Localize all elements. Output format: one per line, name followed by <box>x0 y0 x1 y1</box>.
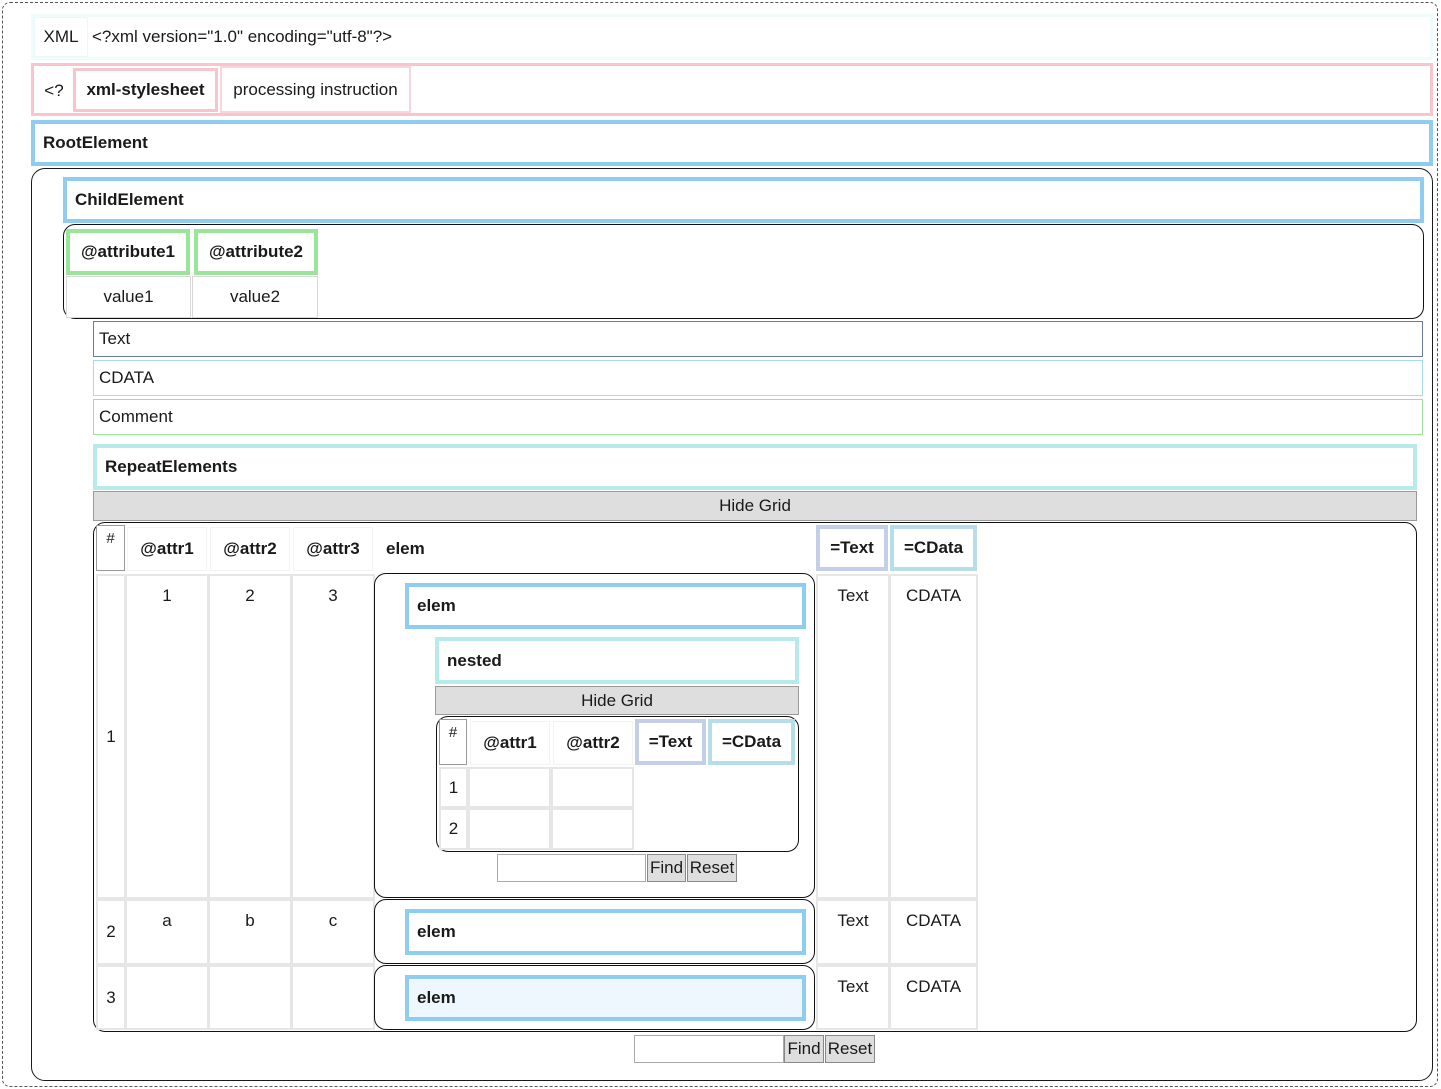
reset-button[interactable]: Reset <box>825 1035 875 1063</box>
nested-header[interactable]: nested <box>435 637 799 684</box>
text-node[interactable]: Text <box>93 321 1423 357</box>
attribute-header[interactable]: @attribute2 <box>194 229 318 275</box>
nested-row-number[interactable]: 2 <box>439 808 468 850</box>
elem-header[interactable]: elem <box>405 583 806 629</box>
column-header-attr1[interactable]: @attr1 <box>127 527 207 571</box>
nested-grid-cell[interactable] <box>551 808 634 850</box>
attribute-value[interactable]: value2 <box>192 276 318 318</box>
column-header-attr2[interactable]: @attr2 <box>210 527 290 571</box>
column-header-elem[interactable]: elem <box>376 527 436 571</box>
attribute-value[interactable]: value1 <box>66 276 191 318</box>
row-number[interactable]: 3 <box>96 965 126 1030</box>
grid-cell[interactable] <box>291 965 375 1030</box>
root-element-header[interactable]: RootElement <box>31 120 1433 166</box>
elem-header[interactable]: elem <box>405 909 806 955</box>
cdata-node[interactable]: CDATA <box>93 360 1423 396</box>
grid-cell[interactable] <box>125 965 209 1030</box>
grid-cell[interactable]: c <box>291 899 375 965</box>
elem-header-selected[interactable]: elem <box>405 975 806 1021</box>
grid-row-number-header[interactable]: # <box>96 525 125 571</box>
nested-row-number[interactable]: 1 <box>439 767 468 808</box>
child-element-header[interactable]: ChildElement <box>63 177 1424 223</box>
nested-reset-button[interactable]: Reset <box>687 854 737 882</box>
grid-cell[interactable]: 2 <box>208 574 292 899</box>
column-header-cdata[interactable]: =CData <box>890 525 977 571</box>
pi-name[interactable]: xml-stylesheet <box>73 68 218 112</box>
grid-cell-text[interactable]: Text <box>816 965 890 1030</box>
grid-cell-cdata[interactable]: CDATA <box>889 574 978 899</box>
hide-grid-button[interactable]: Hide Grid <box>93 491 1417 521</box>
nested-find-button[interactable]: Find <box>647 854 686 882</box>
nested-column-header-text[interactable]: =Text <box>635 719 706 765</box>
nested-grid-cell[interactable] <box>468 808 551 850</box>
pi-description[interactable]: processing instruction <box>220 66 411 113</box>
grid-cell-text[interactable]: Text <box>816 574 890 899</box>
xml-declaration-tag: XML <box>34 17 88 57</box>
column-header-text[interactable]: =Text <box>816 525 888 571</box>
nested-row-number-header[interactable]: # <box>439 719 467 765</box>
grid-cell[interactable]: a <box>125 899 209 965</box>
grid-cell-cdata[interactable]: CDATA <box>889 899 978 965</box>
find-button[interactable]: Find <box>784 1035 824 1063</box>
column-header-attr3[interactable]: @attr3 <box>293 527 373 571</box>
repeat-elements-header[interactable]: RepeatElements <box>93 444 1417 490</box>
grid-cell[interactable]: 1 <box>125 574 209 899</box>
nested-grid-cell[interactable] <box>468 767 551 808</box>
grid-cell[interactable] <box>208 965 292 1030</box>
row-number[interactable]: 2 <box>96 899 126 965</box>
pi-open-marker: <? <box>44 80 64 100</box>
attribute-header[interactable]: @attribute1 <box>66 229 190 275</box>
nested-column-header-cdata[interactable]: =CData <box>708 719 795 765</box>
comment-node[interactable]: Comment <box>93 399 1423 435</box>
nested-column-header-attr2[interactable]: @attr2 <box>553 721 633 765</box>
grid-cell[interactable]: b <box>208 899 292 965</box>
find-input[interactable] <box>634 1035 784 1063</box>
grid-cell-cdata[interactable]: CDATA <box>889 965 978 1030</box>
nested-grid-cell[interactable] <box>551 767 634 808</box>
nested-column-header-attr1[interactable]: @attr1 <box>470 721 550 765</box>
nested-hide-grid-button[interactable]: Hide Grid <box>435 686 799 715</box>
grid-cell[interactable]: 3 <box>291 574 375 899</box>
grid-cell-text[interactable]: Text <box>816 899 890 965</box>
xml-declaration-text: <?xml version="1.0" encoding="utf-8"?> <box>92 27 393 46</box>
nested-find-input[interactable] <box>497 854 646 882</box>
row-number[interactable]: 1 <box>96 574 126 899</box>
